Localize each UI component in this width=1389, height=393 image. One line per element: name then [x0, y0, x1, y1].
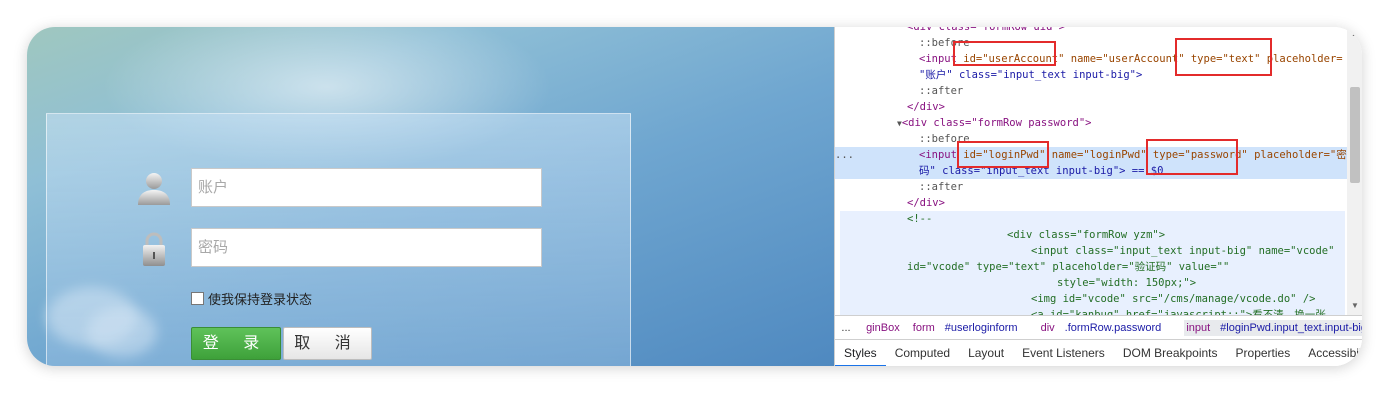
- code-line[interactable]: "账户" class="input_text input-big">: [919, 67, 1142, 83]
- tab-computed[interactable]: Computed: [886, 340, 959, 366]
- code-line[interactable]: </div>: [907, 99, 945, 115]
- username-input[interactable]: [191, 168, 542, 207]
- scroll-down-icon[interactable]: ▼: [1351, 301, 1359, 310]
- tab-styles[interactable]: Styles: [835, 340, 886, 366]
- remember-checkbox[interactable]: [191, 292, 204, 305]
- tab-layout[interactable]: Layout: [959, 340, 1013, 366]
- remember-label: 使我保持登录状态: [208, 292, 313, 307]
- tab-accessibility[interactable]: Accessibility: [1299, 340, 1362, 366]
- login-button[interactable]: 登 录: [191, 327, 281, 360]
- code-token: placeholder=: [1260, 53, 1343, 65]
- breadcrumb-item-selected[interactable]: input #loginPwd.input_text.input-big: [1184, 320, 1362, 336]
- remember-me[interactable]: 使我保持登录状态: [191, 289, 312, 308]
- lock-icon: [143, 232, 165, 266]
- highlight-box-id: [957, 141, 1049, 168]
- breadcrumb-item[interactable]: ginBox: [866, 322, 900, 334]
- code-line[interactable]: <!--: [907, 211, 932, 227]
- code-line[interactable]: ▼<div class="formRow password">: [897, 115, 1091, 131]
- scroll-up-icon[interactable]: ▲: [1351, 29, 1359, 38]
- devtools-panel: <div class="formRow uid"> ::before <inpu…: [834, 27, 1362, 366]
- breadcrumb-rest: .formRow.password: [1064, 322, 1162, 334]
- code-line[interactable]: style="width: 150px;">: [1057, 275, 1196, 291]
- tab-event-listeners[interactable]: Event Listeners: [1013, 340, 1114, 366]
- breadcrumb-item[interactable]: div .formRow.password: [1041, 322, 1172, 334]
- code-line[interactable]: ::after: [919, 179, 963, 195]
- password-input[interactable]: [191, 228, 542, 267]
- breadcrumb-tag: div: [1040, 322, 1055, 334]
- code-line[interactable]: ::after: [919, 83, 963, 99]
- breadcrumb-rest: #loginPwd.input_text.input-big: [1220, 322, 1362, 334]
- code-token: name="loginPwd": [1045, 149, 1153, 161]
- screenshot-frame: 使我保持登录状态 登 录 取 消 <div class="formRow uid…: [27, 27, 1362, 366]
- highlight-box-type: [1175, 38, 1272, 76]
- code-line[interactable]: <input class="input_text input-big" name…: [1031, 243, 1334, 259]
- scrollbar-thumb[interactable]: [1350, 87, 1360, 183]
- tab-properties[interactable]: Properties: [1227, 340, 1300, 366]
- breadcrumb-item[interactable]: form #userloginform: [913, 322, 1028, 334]
- dom-breadcrumb: ... ginBox form #userloginform div .formRo…: [835, 315, 1362, 340]
- elements-scrollbar[interactable]: ▲ ▼: [1347, 27, 1362, 315]
- code-token: <div class="formRow password">: [901, 117, 1092, 129]
- code-line[interactable]: <div class="formRow uid">: [907, 27, 1065, 35]
- breadcrumb-tag: input: [1186, 322, 1211, 334]
- user-icon: [138, 173, 170, 205]
- code-line[interactable]: <a id="kanbuq" href="javascript:;">看不清，换…: [1031, 307, 1326, 315]
- devtools-subtabs: Styles Computed Layout Event Listeners D…: [835, 339, 1362, 366]
- tab-dom-breakpoints[interactable]: DOM Breakpoints: [1114, 340, 1227, 366]
- cancel-button[interactable]: 取 消: [283, 327, 372, 360]
- highlight-box-type: [1146, 139, 1238, 175]
- code-token: placeholder="密: [1247, 149, 1347, 161]
- elements-tree[interactable]: <div class="formRow uid"> ::before <inpu…: [835, 27, 1347, 315]
- code-line[interactable]: <img id="vcode" src="/cms/manage/vcode.d…: [1031, 291, 1315, 307]
- breadcrumb-tag: form: [912, 322, 935, 334]
- gutter-dots[interactable]: ...: [835, 147, 854, 163]
- login-page: 使我保持登录状态 登 录 取 消: [27, 27, 834, 366]
- code-line[interactable]: <div class="formRow yzm">: [1007, 227, 1165, 243]
- code-line[interactable]: </div>: [907, 195, 945, 211]
- code-token: name="userAccount": [1064, 53, 1191, 65]
- breadcrumb-rest: #userloginform: [944, 322, 1018, 334]
- breadcrumb-more[interactable]: ...: [839, 316, 853, 340]
- code-line[interactable]: id="vcode" type="text" placeholder="验证码"…: [907, 259, 1229, 275]
- highlight-box-id: [953, 41, 1056, 66]
